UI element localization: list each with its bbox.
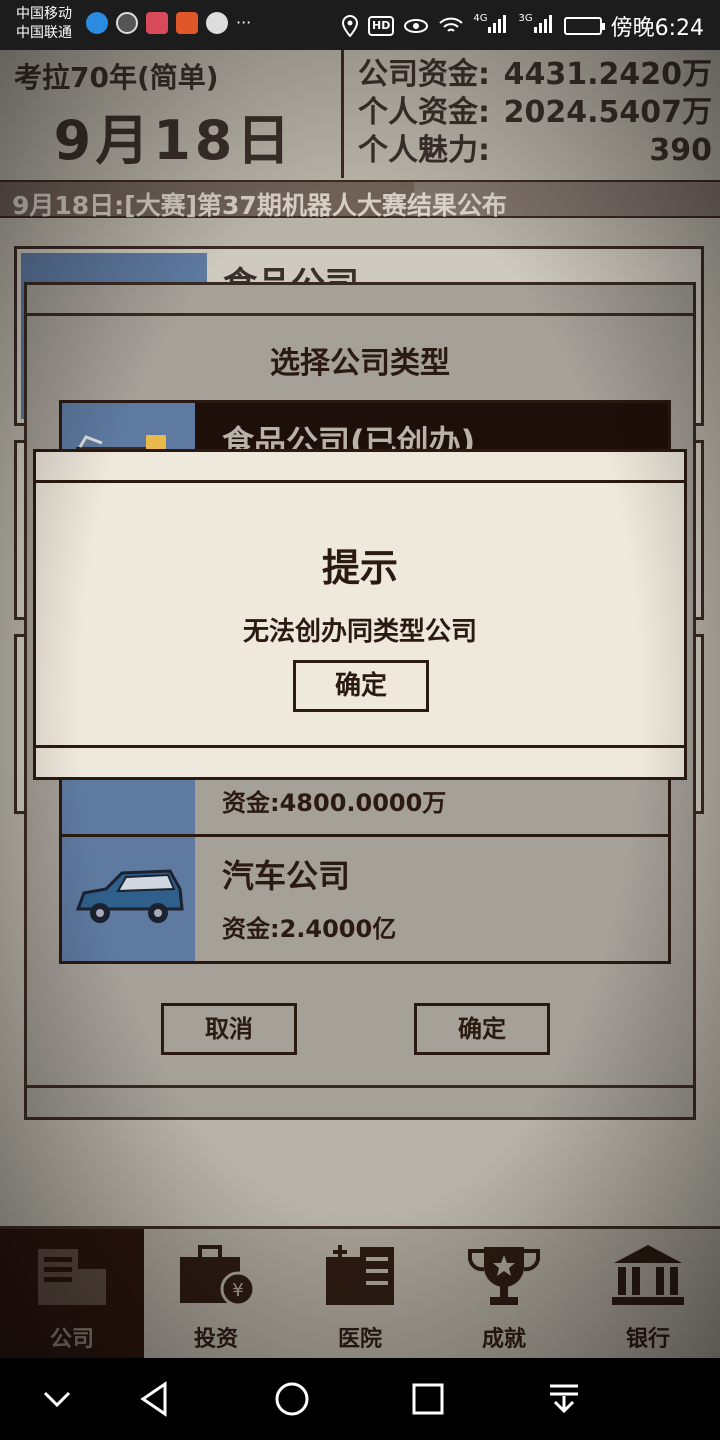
nav-label: 公司 xyxy=(49,1327,94,1352)
bottom-nav: 公司 ¥ 投资 医院 成就 银行 xyxy=(0,1226,720,1358)
tip-dialog: 提示 无法创办同类型公司 确定 xyxy=(33,449,687,780)
stat-value: 2024.5407万 xyxy=(503,95,712,130)
recents-icon[interactable] xyxy=(405,1376,451,1422)
stat-value: 4431.2420万 xyxy=(503,57,712,92)
bank-icon xyxy=(612,1245,684,1305)
location-icon xyxy=(341,15,359,37)
trophy-icon xyxy=(468,1247,540,1305)
nav-bank[interactable]: 银行 xyxy=(576,1229,720,1358)
assistant-icon xyxy=(86,12,108,34)
clock: 傍晚6:24 xyxy=(610,16,704,41)
nav-company[interactable]: 公司 xyxy=(0,1229,144,1358)
stat-label: 个人魅力: xyxy=(358,133,490,168)
tip-confirm-button[interactable]: 确定 xyxy=(293,660,429,712)
nav-label: 投资 xyxy=(193,1327,238,1352)
stats-panel: 公司资金: 4431.2420万 个人资金: 2024.5407万 个人魅力: … xyxy=(358,56,712,170)
signal-icon xyxy=(488,15,507,33)
date-panel: 考拉70年(简单) 9月18日 xyxy=(4,50,344,178)
nav-label: 成就 xyxy=(481,1327,526,1352)
nav-label: 医院 xyxy=(337,1327,382,1352)
stat-value: 390 xyxy=(649,133,712,168)
wechat-icon xyxy=(206,12,228,34)
notification-pull-icon[interactable] xyxy=(541,1376,587,1422)
tip-title: 提示 xyxy=(321,546,398,590)
car-icon xyxy=(75,869,184,923)
ticker-text: 9月18日:[大赛]第37期机器人大赛结果公布 xyxy=(12,191,507,220)
hospital-icon xyxy=(326,1245,394,1305)
signal-3g: 3G xyxy=(518,13,554,39)
hexagon-app-icon xyxy=(116,12,138,34)
battery-icon xyxy=(563,17,605,35)
option-name: 汽车公司 xyxy=(222,857,351,895)
more-notifications-icon: ··· xyxy=(236,13,252,32)
status-bar: 中国移动 中国联通 ··· HD 4G 3G 傍晚6:24 xyxy=(0,0,720,50)
nav-achievements[interactable]: 成就 xyxy=(432,1229,576,1358)
confirm-button[interactable]: 确定 xyxy=(414,1003,550,1055)
personal-funds-row: 个人资金: 2024.5407万 xyxy=(358,94,712,132)
carrier-1: 中国移动 xyxy=(16,6,72,22)
stat-label: 个人资金: xyxy=(358,95,490,130)
cancel-button[interactable]: 取消 xyxy=(161,1003,297,1055)
nav-label: 银行 xyxy=(625,1327,670,1352)
car-thumb xyxy=(62,837,195,961)
briefcase-yen-icon: ¥ xyxy=(180,1245,254,1307)
tip-dialog-body: 提示 无法创办同类型公司 确定 xyxy=(36,480,684,748)
option-fund: 资金:4800.0000万 xyxy=(222,789,447,817)
video-app-icon xyxy=(176,12,198,34)
hd-icon: HD xyxy=(368,16,395,36)
nav-hospital[interactable]: 医院 xyxy=(288,1229,432,1358)
eye-icon xyxy=(404,19,429,33)
status-right: HD 4G 3G 傍晚6:24 xyxy=(341,10,704,42)
charm-row: 个人魅力: 390 xyxy=(358,132,712,170)
stat-label: 公司资金: xyxy=(358,57,490,92)
book-app-icon xyxy=(146,12,168,34)
select-dialog-title: 选择公司类型 xyxy=(270,346,450,381)
back-icon[interactable] xyxy=(133,1376,179,1422)
wifi-icon xyxy=(439,17,464,32)
signal-4g: 4G xyxy=(473,13,509,39)
news-ticker[interactable]: 9月18日:[大赛]第37期机器人大赛结果公布 xyxy=(0,180,720,220)
home-icon[interactable] xyxy=(269,1376,315,1422)
option-fund: 资金:2.4000亿 xyxy=(222,915,397,943)
building-icon xyxy=(38,1249,106,1305)
svg-text:¥: ¥ xyxy=(232,1280,243,1301)
notification-icons: ··· xyxy=(86,12,251,34)
system-nav-bar xyxy=(0,1358,720,1440)
tip-message: 无法创办同类型公司 xyxy=(242,617,477,647)
signal-icon-2 xyxy=(533,15,552,33)
carrier-2: 中国联通 xyxy=(16,25,72,41)
game-screen: 考拉70年(简单) 9月18日 公司资金: 4431.2420万 个人资金: 2… xyxy=(0,50,720,1358)
nav-invest[interactable]: ¥ 投资 xyxy=(144,1229,288,1358)
company-funds-row: 公司资金: 4431.2420万 xyxy=(358,56,712,94)
carrier-info: 中国移动 中国联通 xyxy=(16,5,72,43)
current-date: 9月18日 xyxy=(53,109,295,172)
game-title: 考拉70年(简单) xyxy=(14,61,219,94)
chevron-down-icon[interactable] xyxy=(34,1376,80,1422)
option-car-company[interactable]: 汽车公司 资金:2.4000亿 xyxy=(59,834,671,964)
